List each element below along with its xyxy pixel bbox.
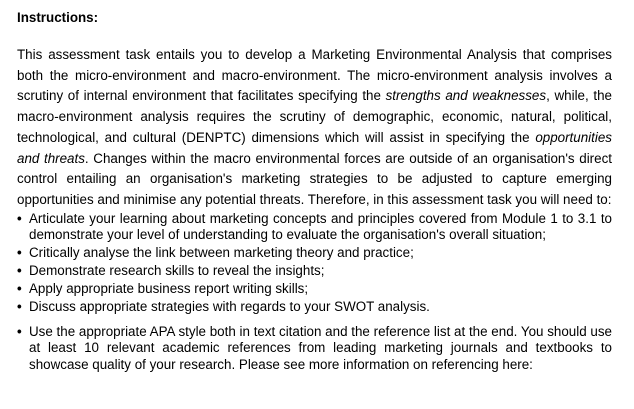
bullet-item: • Critically analyse the link between mar… — [17, 245, 612, 262]
bullet-dot-icon: • — [17, 281, 22, 297]
instructions-paragraph: This assessment task entails you to deve… — [17, 45, 612, 211]
bullet-item: • Use the appropriate APA style both in t… — [17, 324, 612, 374]
bullet-text: Discuss appropriate strategies with rega… — [29, 299, 430, 315]
bullet-text: Demonstrate research skills to reveal th… — [29, 263, 325, 279]
bullet-text: Articulate your learning about marketing… — [29, 210, 612, 243]
paragraph-text-3: . Changes within the macro environmental… — [17, 150, 612, 207]
bullet-item: • Demonstrate research skills to reveal t… — [17, 263, 612, 280]
bullet-dot-icon: • — [17, 299, 22, 315]
document-body: Instructions: This assessment task entai… — [17, 8, 612, 375]
bullet-item: • Discuss appropriate strategies with reg… — [17, 299, 612, 316]
bullet-item: • Articulate your learning about marketin… — [17, 211, 612, 244]
instructions-heading: Instructions: — [17, 10, 99, 25]
bullet-dot-icon: • — [17, 263, 22, 279]
task-bullet-list: • Articulate your learning about marketin… — [17, 211, 612, 316]
bullet-dot-icon: • — [17, 210, 22, 226]
bullet-dot-icon: • — [17, 323, 22, 339]
bullet-text: Apply appropriate business report writin… — [29, 281, 309, 297]
bullet-text: Use the appropriate APA style both in te… — [29, 323, 612, 372]
bullet-dot-icon: • — [17, 245, 22, 261]
bullet-item: • Apply appropriate business report writi… — [17, 281, 612, 298]
paragraph-emphasis-1: strengths and weaknesses — [385, 88, 547, 104]
bullet-text: Critically analyse the link between mark… — [29, 245, 414, 261]
referencing-bullet-list: • Use the appropriate APA style both in t… — [17, 324, 612, 374]
